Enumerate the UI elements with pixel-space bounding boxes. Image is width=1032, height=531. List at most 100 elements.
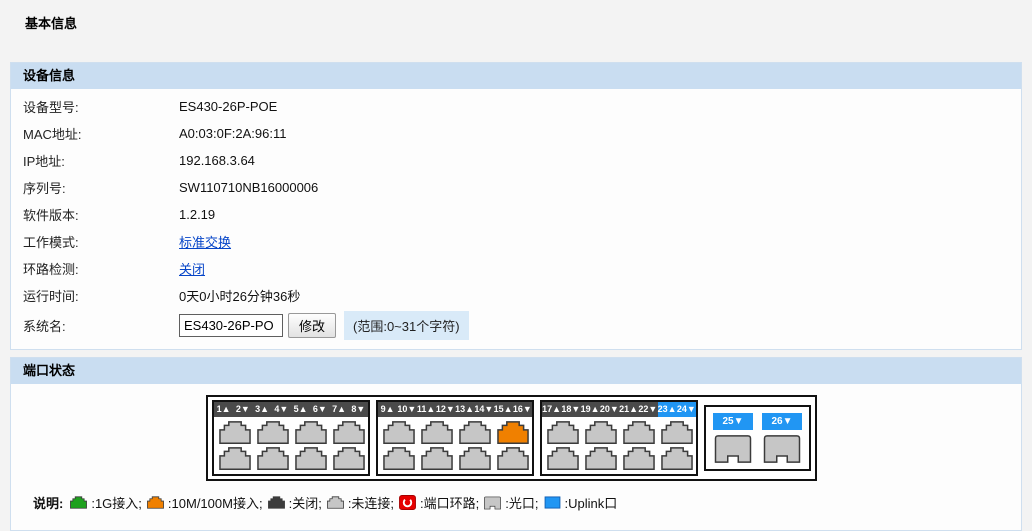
rj45-port-icon xyxy=(623,421,655,444)
modify-button[interactable]: 修改 xyxy=(288,313,336,338)
rj45-port-icon xyxy=(585,447,617,470)
page-title: 基本信息 xyxy=(0,0,1032,62)
device-row-model: 设备型号: ES430-26P-POE xyxy=(11,93,1021,120)
port-15[interactable] xyxy=(497,421,529,444)
legend-item: :1G接入; xyxy=(70,493,142,512)
ip-address-value: 192.168.3.64 xyxy=(179,153,255,168)
port-number-label-1: 1▲ xyxy=(214,402,233,417)
row-label: 软件版本: xyxy=(11,205,179,224)
port-9[interactable] xyxy=(383,421,415,444)
rj45-port-icon xyxy=(219,447,251,470)
port-legend: 说明: :1G接入;:10M/100M接入;:关闭;:未连接;:端口环路;:光口… xyxy=(33,493,1021,512)
port-number-label-23: 23▲ xyxy=(658,402,677,417)
port-number-label-10: 10▼ xyxy=(397,402,416,417)
port-number-label-24: 24▼ xyxy=(677,402,696,417)
legend-item-text: :10M/100M接入; xyxy=(168,493,263,512)
device-row-loop-detect: 环路检测: 关闭 xyxy=(11,255,1021,282)
rj45-port-icon xyxy=(295,447,327,470)
port-number-label-17: 17▲ xyxy=(542,402,561,417)
device-row-system-name: 系统名: 修改 (范围:0~31个字符) xyxy=(11,309,1021,341)
row-label: 工作模式: xyxy=(11,232,179,251)
loop-detect-link[interactable]: 关闭 xyxy=(179,262,205,277)
port-group-3: 17▲18▼19▲20▼21▲22▼23▲24▼ xyxy=(540,400,698,476)
port-number-label-18: 18▼ xyxy=(561,402,580,417)
port-number-label-26[interactable]: 26▼ xyxy=(762,413,802,430)
port-6[interactable] xyxy=(295,447,327,470)
rj45-port-icon xyxy=(333,421,365,444)
row-label: 系统名: xyxy=(11,316,179,335)
port-1[interactable] xyxy=(219,421,251,444)
work-mode-link[interactable]: 标准交换 xyxy=(179,235,231,250)
port-number-label-15: 15▲ xyxy=(494,402,513,417)
port-number-label-3: 3▲ xyxy=(253,402,272,417)
device-info-header: 设备信息 xyxy=(11,63,1021,89)
sfp-port-icon xyxy=(714,435,752,463)
system-name-range-hint: (范围:0~31个字符) xyxy=(344,311,469,340)
rj45-port-icon xyxy=(257,421,289,444)
port-21[interactable] xyxy=(623,421,655,444)
port-number-label-5: 5▲ xyxy=(291,402,310,417)
port-24[interactable] xyxy=(661,447,693,470)
port-14[interactable] xyxy=(459,447,491,470)
port-number-label-16: 16▼ xyxy=(513,402,532,417)
system-name-input[interactable] xyxy=(179,314,283,337)
legend-item-text: :端口环路; xyxy=(420,493,479,512)
port-group-header: 17▲18▼19▲20▼21▲22▼23▲24▼ xyxy=(542,402,696,417)
port-8[interactable] xyxy=(333,447,365,470)
device-row-uptime: 运行时间: 0天0小时26分钟36秒 xyxy=(11,282,1021,309)
device-row-mac: MAC地址: A0:03:0F:2A:96:11 xyxy=(11,120,1021,147)
sfp-port-icon xyxy=(763,435,801,463)
port-number-label-25[interactable]: 25▼ xyxy=(713,413,753,430)
port-22[interactable] xyxy=(623,447,655,470)
port-group-header: 9▲10▼11▲12▼13▲14▼15▲16▼ xyxy=(378,402,532,417)
port-13[interactable] xyxy=(459,421,491,444)
port-number-label-11: 11▲ xyxy=(417,402,436,417)
port-7[interactable] xyxy=(333,421,365,444)
rj45-port-icon xyxy=(147,496,164,509)
port-number-label-14: 14▼ xyxy=(474,402,493,417)
sfp-port-box: 25▼ 26▼ xyxy=(704,405,811,471)
rj45-port-icon xyxy=(459,447,491,470)
rj45-port-icon xyxy=(327,496,344,509)
legend-item: :Uplink口 xyxy=(544,493,618,512)
legend-item-text: :光口; xyxy=(505,493,538,512)
row-label: 环路检测: xyxy=(11,259,179,278)
sfp-port-25[interactable]: 25▼ xyxy=(713,413,753,463)
port-number-label-13: 13▲ xyxy=(455,402,474,417)
port-legend-icon xyxy=(327,496,344,509)
port-5[interactable] xyxy=(295,421,327,444)
loop-legend-icon xyxy=(399,495,416,510)
port-20[interactable] xyxy=(585,447,617,470)
legend-item-text: :未连接; xyxy=(348,493,394,512)
rj45-port-icon xyxy=(547,447,579,470)
rj45-port-icon xyxy=(421,447,453,470)
loop-icon xyxy=(399,495,416,510)
sfp-port-26[interactable]: 26▼ xyxy=(762,413,802,463)
port-19[interactable] xyxy=(585,421,617,444)
port-3[interactable] xyxy=(257,421,289,444)
port-legend-icon xyxy=(147,496,164,509)
rj45-port-icon xyxy=(421,421,453,444)
rj45-port-icon xyxy=(661,447,693,470)
legend-label: 说明: xyxy=(33,493,63,512)
row-label: 设备型号: xyxy=(11,97,179,116)
port-18[interactable] xyxy=(547,447,579,470)
rj45-port-icon xyxy=(459,421,491,444)
port-23[interactable] xyxy=(661,421,693,444)
rj45-port-icon xyxy=(295,421,327,444)
port-group-2: 9▲10▼11▲12▼13▲14▼15▲16▼ xyxy=(376,400,534,476)
device-model-value: ES430-26P-POE xyxy=(179,99,277,114)
port-11[interactable] xyxy=(421,421,453,444)
row-label: 运行时间: xyxy=(11,286,179,305)
port-12[interactable] xyxy=(421,447,453,470)
rj45-port-icon xyxy=(333,447,365,470)
port-2[interactable] xyxy=(219,447,251,470)
port-number-label-20: 20▼ xyxy=(600,402,619,417)
port-panel-area: 1▲2▼3▲4▼5▲6▼7▲8▼9▲10▼11▲12▼13▲14▼15▲16▼1… xyxy=(11,388,1021,481)
port-legend-icon xyxy=(268,496,285,509)
port-10[interactable] xyxy=(383,447,415,470)
port-legend-icon xyxy=(70,496,87,509)
port-4[interactable] xyxy=(257,447,289,470)
port-17[interactable] xyxy=(547,421,579,444)
port-16[interactable] xyxy=(497,447,529,470)
